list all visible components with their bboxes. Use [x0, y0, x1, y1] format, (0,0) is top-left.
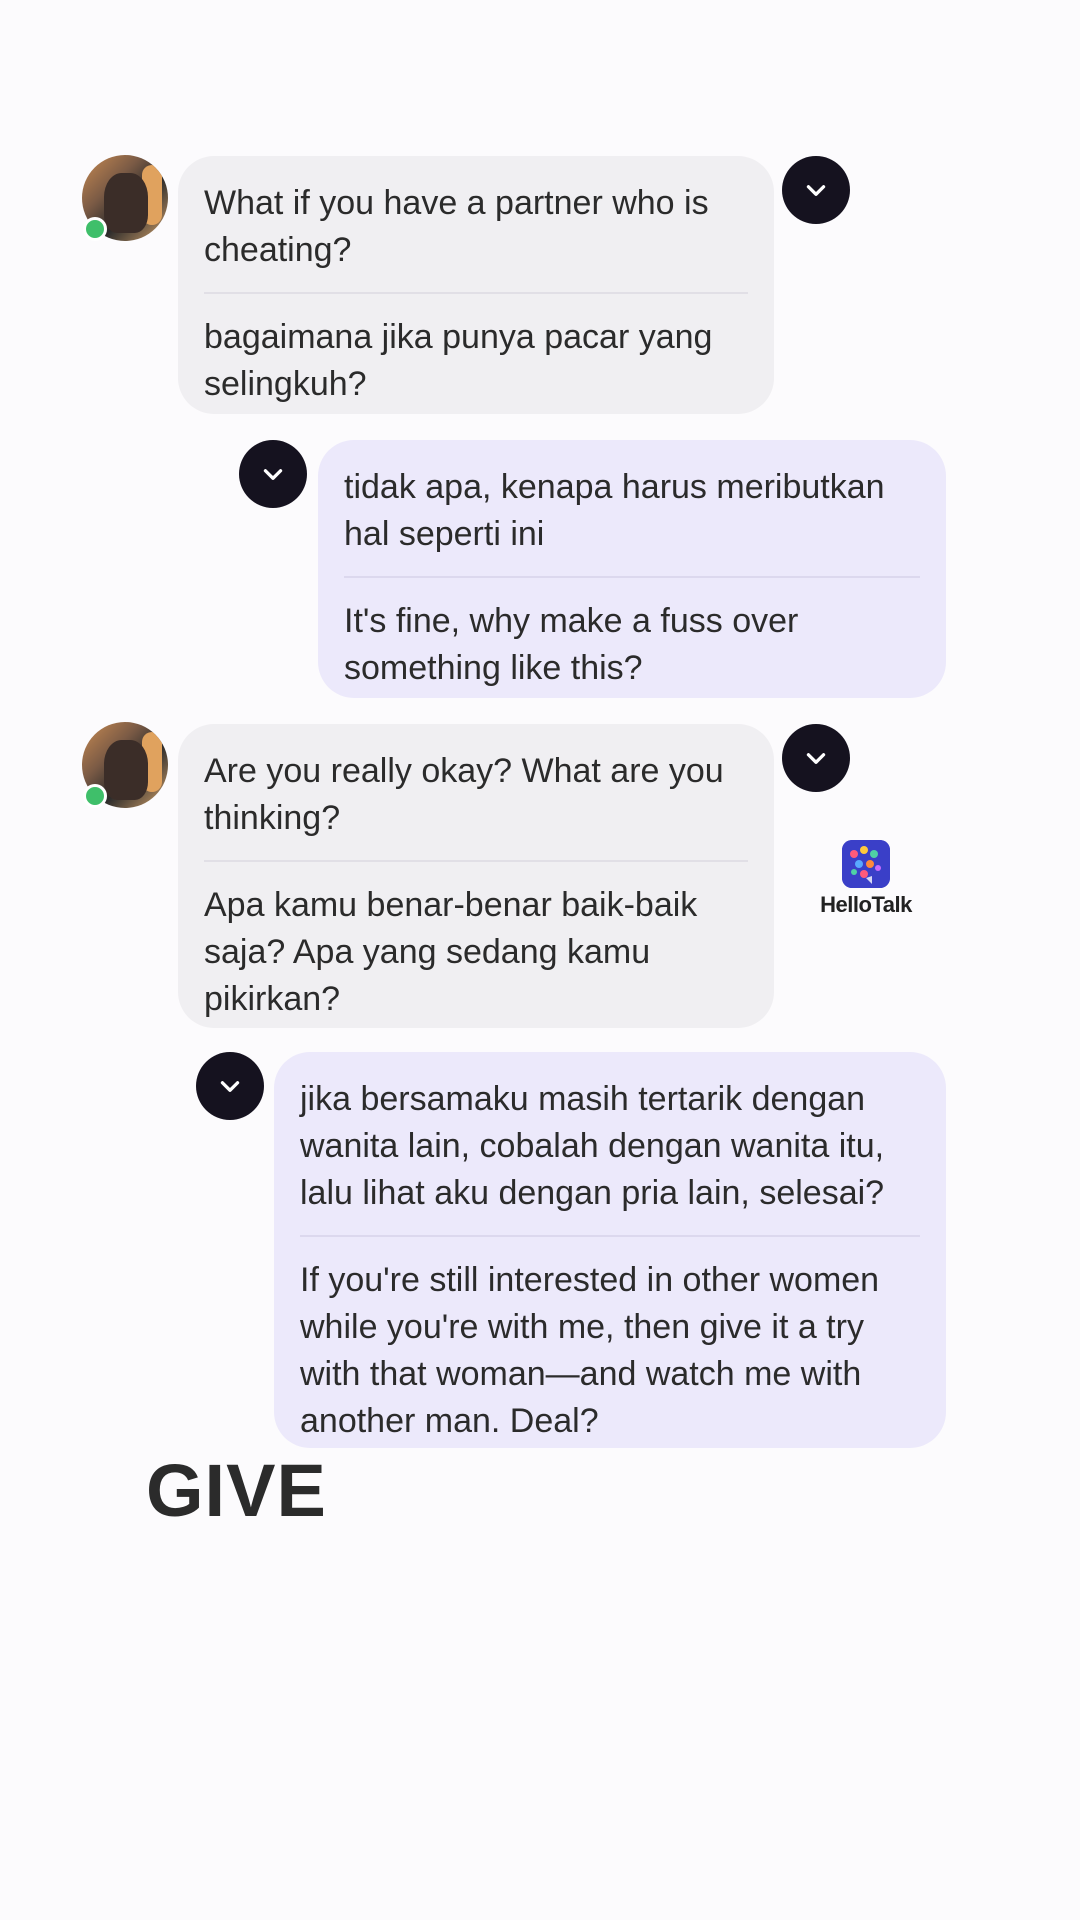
chevron-down-icon — [263, 469, 283, 480]
message-translation-line: something like this? — [344, 649, 643, 687]
chat-screen: What if you have a partner who is cheati… — [0, 0, 1080, 1920]
translation-divider — [204, 860, 748, 862]
message-translation-line: bagaimana jika punya pacar yang — [204, 318, 713, 356]
message-translation-line: with that woman—and watch me with — [300, 1355, 862, 1393]
message-original-line: jika bersamaku masih tertarik dengan — [300, 1080, 866, 1118]
chevron-down-icon — [220, 1081, 240, 1092]
message-original-line: lalu lihat aku dengan pria lain, selesai… — [300, 1174, 885, 1212]
translation-divider — [204, 292, 748, 294]
hellotalk-logo-graphic — [842, 840, 890, 888]
video-caption: GIVE — [146, 1449, 327, 1532]
avatar-photo-face — [104, 173, 148, 233]
hellotalk-logo-icon — [842, 840, 890, 888]
message-original-line: thinking? — [204, 799, 341, 837]
avatar-photo-face — [104, 740, 148, 800]
message-bubble-incoming[interactable]: What if you have a partner who is cheati… — [178, 156, 774, 414]
message-translation-line: another man. Deal? — [300, 1402, 599, 1440]
message-translation-line: pikirkan? — [204, 980, 341, 1018]
message-translation-line: while you're with me, then give it a try — [300, 1308, 864, 1346]
chevron-down-icon — [806, 753, 826, 764]
message-menu-button[interactable] — [239, 440, 307, 508]
chevron-down-icon — [806, 185, 826, 196]
message-original-line: Are you really okay? What are you — [204, 752, 724, 790]
message-translation-line: saja? Apa yang sedang kamu — [204, 933, 651, 971]
message-original-line: cheating? — [204, 231, 352, 269]
message-translation-line: If you're still interested in other wome… — [300, 1261, 880, 1299]
message-menu-button[interactable] — [782, 156, 850, 224]
message-original-line: hal seperti ini — [344, 515, 545, 553]
translation-divider — [300, 1235, 920, 1237]
hellotalk-watermark: HelloTalk — [816, 840, 916, 918]
online-status-dot — [83, 217, 107, 241]
message-bubble-outgoing[interactable]: jika bersamaku masih tertarik dengan wan… — [274, 1052, 946, 1448]
message-bubble-incoming[interactable]: Are you really okay? What are you thinki… — [178, 724, 774, 1028]
message-original-line: What if you have a partner who is — [204, 184, 709, 222]
translation-divider — [344, 576, 920, 578]
online-status-dot — [83, 784, 107, 808]
message-menu-button[interactable] — [196, 1052, 264, 1120]
message-original-line: tidak apa, kenapa harus meributkan — [344, 468, 885, 506]
message-translation-line: selingkuh? — [204, 365, 367, 403]
message-translation-line: It's fine, why make a fuss over — [344, 602, 799, 640]
hellotalk-label: HelloTalk — [820, 892, 912, 917]
message-original-line: wanita lain, cobalah dengan wanita itu, — [300, 1127, 885, 1165]
message-bubble-outgoing[interactable]: tidak apa, kenapa harus meributkan hal s… — [318, 440, 946, 698]
message-translation-line: Apa kamu benar-benar baik-baik — [204, 886, 698, 924]
message-menu-button[interactable] — [782, 724, 850, 792]
